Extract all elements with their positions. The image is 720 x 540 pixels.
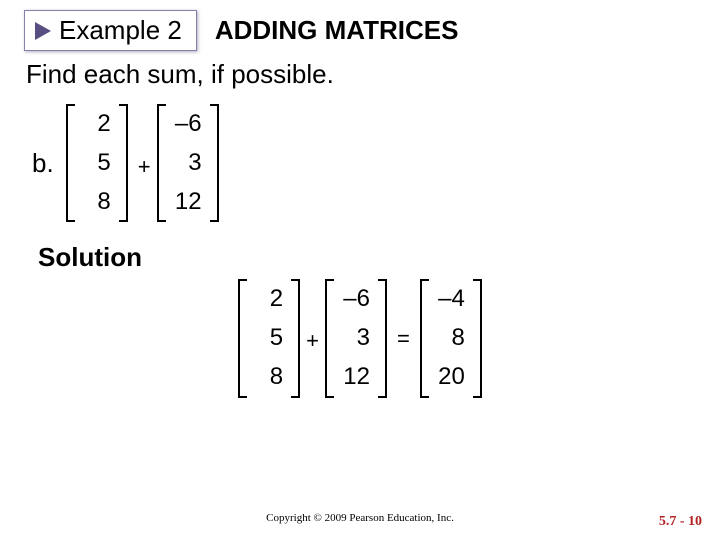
slide-number: 5.7 - 10 xyxy=(659,514,702,530)
page-title: ADDING MATRICES xyxy=(215,15,459,46)
instruction-text: Find each sum, if possible. xyxy=(0,51,720,90)
cell: –4 xyxy=(437,285,465,314)
sol-matrix-a: 2 5 8 xyxy=(238,279,300,397)
cell: 3 xyxy=(174,149,202,178)
copyright-text: Copyright © 2009 Pearson Education, Inc. xyxy=(0,512,720,524)
problem-row: b. 2 5 8 + –6 3 12 xyxy=(0,90,720,222)
solution-heading: Solution xyxy=(0,222,720,273)
cell: –6 xyxy=(342,285,370,314)
cell: 3 xyxy=(342,324,370,353)
cell: 2 xyxy=(255,285,283,314)
cell: 8 xyxy=(437,324,465,353)
triangle-icon xyxy=(33,20,53,42)
sol-matrix-c: –4 8 20 xyxy=(420,279,482,397)
matrix-b: –6 3 12 xyxy=(157,104,219,222)
equals-operator: = xyxy=(387,326,420,352)
cell: 8 xyxy=(255,363,283,392)
cell: 5 xyxy=(83,149,111,178)
matrix-a: 2 5 8 xyxy=(66,104,128,222)
part-label: b. xyxy=(32,148,54,179)
cell: 8 xyxy=(83,188,111,217)
plus-operator: + xyxy=(138,154,151,180)
plus-operator: + xyxy=(300,328,325,354)
header-row: Example 2 ADDING MATRICES xyxy=(0,0,720,51)
example-badge: Example 2 xyxy=(24,10,197,51)
cell: 2 xyxy=(83,110,111,139)
cell: 20 xyxy=(437,363,465,392)
cell: –6 xyxy=(174,110,202,139)
cell: 12 xyxy=(174,188,202,217)
example-label: Example 2 xyxy=(59,15,182,46)
sol-matrix-b: –6 3 12 xyxy=(325,279,387,397)
cell: 12 xyxy=(342,363,370,392)
solution-row: 2 5 8 + –6 3 12 = –4 8 20 xyxy=(0,273,720,397)
cell: 5 xyxy=(255,324,283,353)
